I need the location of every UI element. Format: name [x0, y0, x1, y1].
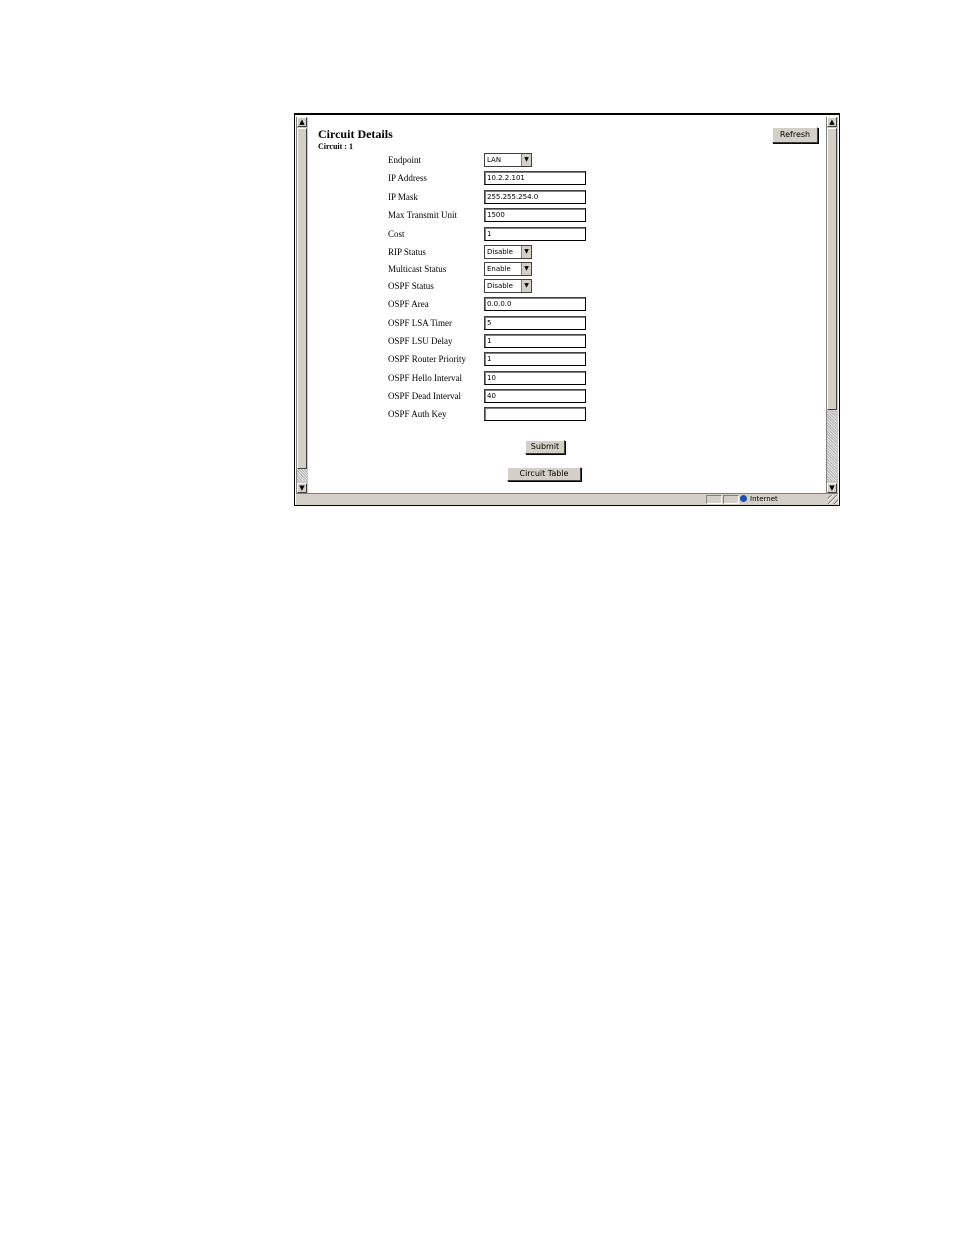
rip-status-select[interactable]: Disable ▼	[484, 245, 532, 259]
select-value: LAN	[487, 156, 502, 164]
resize-grip-icon[interactable]	[828, 495, 838, 504]
field-label: IP Mask	[388, 192, 418, 202]
page-content: Circuit Details Circuit : 1 Refresh Endp…	[311, 117, 823, 493]
select-value: Disable	[487, 282, 513, 290]
field-label: OSPF Hello Interval	[388, 373, 462, 383]
ospf-status-select[interactable]: Disable ▼	[484, 279, 532, 293]
ospf-lsu-delay-input[interactable]: 1	[484, 334, 586, 348]
field-label: Cost	[388, 229, 405, 239]
scroll-thumb[interactable]	[297, 128, 307, 469]
right-scrollbar[interactable]: ▲ ▼	[826, 117, 838, 493]
field-label: Endpoint	[388, 155, 421, 165]
chevron-down-icon[interactable]: ▼	[521, 280, 531, 292]
cost-input[interactable]: 1	[484, 227, 586, 241]
select-value: Enable	[487, 265, 511, 273]
field-label: OSPF Router Priority	[388, 354, 467, 364]
status-segment	[723, 495, 739, 504]
ospf-dead-interval-input[interactable]: 40	[484, 389, 586, 403]
browser-window: ▲ ▼ Circuit Details Circuit : 1 Refresh …	[294, 113, 840, 506]
scroll-down-arrow-icon[interactable]: ▼	[297, 483, 307, 493]
chevron-down-icon[interactable]: ▼	[521, 263, 531, 275]
ip-address-input[interactable]: 10.2.2.101	[484, 171, 586, 185]
globe-icon	[740, 494, 747, 502]
ospf-hello-interval-input[interactable]: 10	[484, 371, 586, 385]
scroll-track[interactable]	[297, 469, 307, 481]
field-label: OSPF LSU Delay	[388, 336, 453, 346]
page-subtitle: Circuit : 1	[318, 142, 353, 151]
ospf-area-input[interactable]: 0.0.0.0	[484, 297, 586, 311]
field-label: RIP Status	[388, 247, 426, 257]
field-label: Multicast Status	[388, 264, 447, 274]
field-label: Max Transmit Unit	[388, 210, 458, 220]
max-transmit-unit-input[interactable]: 1500	[484, 208, 586, 222]
ip-mask-input[interactable]: 255.255.254.0	[484, 190, 586, 204]
scroll-up-arrow-icon[interactable]: ▲	[827, 117, 837, 127]
circuit-table-button[interactable]: Circuit Table	[507, 467, 581, 481]
ospf-auth-key-input[interactable]	[484, 407, 586, 421]
page-title: Circuit Details	[318, 127, 393, 141]
status-segment	[706, 495, 722, 504]
field-label: OSPF Status	[388, 281, 434, 291]
left-scrollbar[interactable]: ▲ ▼	[296, 117, 308, 493]
security-zone: Internet	[740, 494, 778, 504]
select-value: Disable	[487, 248, 513, 256]
ospf-router-priority-input[interactable]: 1	[484, 352, 586, 366]
zone-label: Internet	[750, 495, 778, 503]
scroll-down-arrow-icon[interactable]: ▼	[827, 483, 837, 493]
status-bar: Internet	[296, 493, 838, 505]
scroll-track[interactable]	[827, 410, 837, 481]
submit-button[interactable]: Submit	[525, 440, 565, 454]
field-label: OSPF Dead Interval	[388, 391, 461, 401]
scroll-thumb[interactable]	[827, 128, 837, 410]
ospf-lsa-timer-input[interactable]: 5	[484, 316, 586, 330]
field-label: OSPF Area	[388, 299, 429, 309]
refresh-button[interactable]: Refresh	[772, 127, 818, 143]
multicast-status-select[interactable]: Enable ▼	[484, 262, 532, 276]
field-label: OSPF LSA Timer	[388, 318, 453, 328]
chevron-down-icon[interactable]: ▼	[521, 246, 531, 258]
endpoint-select[interactable]: LAN ▼	[484, 153, 532, 167]
scroll-up-arrow-icon[interactable]: ▲	[297, 117, 307, 127]
field-label: OSPF Auth Key	[388, 409, 447, 419]
chevron-down-icon[interactable]: ▼	[521, 154, 531, 166]
field-label: IP Address	[388, 173, 427, 183]
